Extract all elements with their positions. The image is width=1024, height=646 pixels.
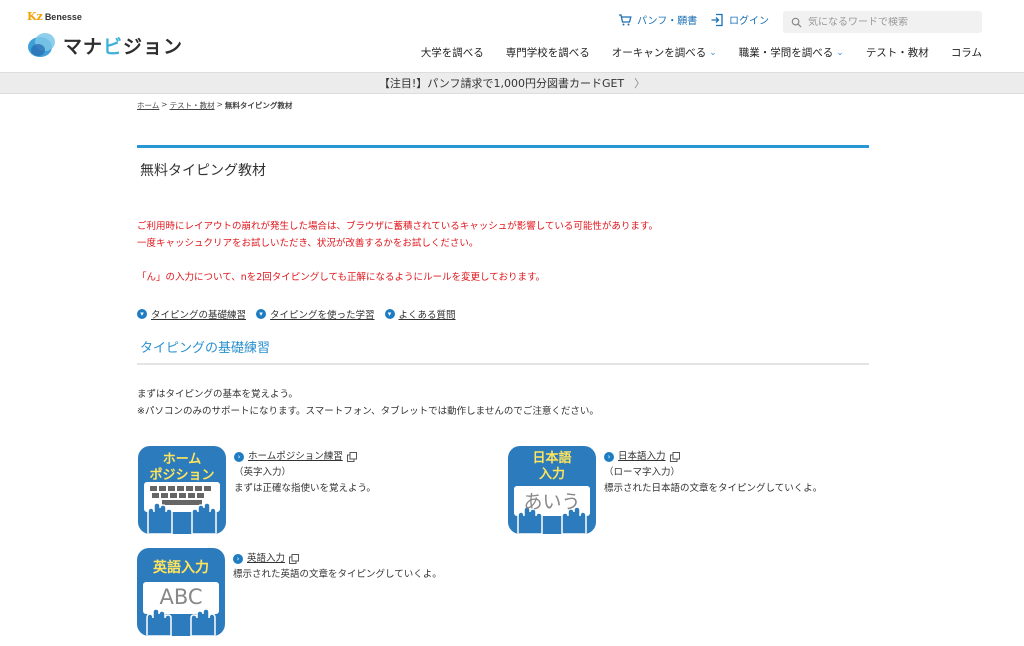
logo-blob-icon: [28, 33, 55, 57]
chevron-right-icon: ›: [604, 452, 614, 462]
chevron-down-icon: ▾: [137, 309, 147, 319]
anchor-links: ▾ タイピングの基礎練習 ▾ タイピングを使った学習 ▾ よくある質問: [137, 307, 456, 321]
section-rule: [137, 363, 869, 365]
external-window-icon: [346, 452, 357, 462]
chevron-right-icon: ›: [234, 452, 244, 462]
icon-text-line1: 日本語: [532, 451, 572, 466]
nav-jobs-studies[interactable]: 職業・学問を調べる ⌄: [739, 45, 844, 60]
cart-icon: [619, 13, 632, 25]
title-rule: [137, 145, 869, 148]
nav-university[interactable]: 大学を調べる: [421, 45, 484, 60]
cache-warning-2: 一度キャッシュクリアをお試しいただき、状況が改善するかをお試しください。: [137, 238, 479, 249]
home-position-sub: （英字入力）: [234, 467, 292, 478]
site-header: Kz Benesse マナビジョン パンフ・願書 ログイン 気になるワードで検索…: [0, 0, 1024, 72]
icon-text-line1: ホーム: [162, 452, 202, 467]
icon-sample-text: ABC: [159, 585, 203, 609]
page-title: 無料タイピング教材: [140, 163, 266, 179]
chevron-right-icon: 〉: [634, 77, 646, 90]
chevron-down-icon: ▾: [384, 309, 395, 319]
search-icon: [791, 17, 802, 28]
intro-text: まずはタイピングの基本を覚えよう。: [137, 389, 298, 400]
breadcrumb: ホーム > テスト・教材 > 無料タイピング教材: [137, 100, 293, 111]
japanese-input-icon[interactable]: 日本語 入力 あいう: [508, 446, 596, 534]
icon-text-line2: ポジション: [149, 468, 215, 483]
benesse-mark-icon: Kz: [27, 10, 43, 23]
campaign-banner[interactable]: 【注目!】パンフ請求で1,000円分図書カードGET 〉: [0, 72, 1024, 94]
search-box: [783, 11, 982, 33]
breadcrumb-current: 無料タイピング教材: [224, 101, 293, 110]
chevron-down-icon: ⌄: [709, 47, 717, 58]
anchor-faq[interactable]: ▾ よくある質問: [384, 307, 456, 321]
icon-text-line1: 英語入力: [153, 560, 209, 576]
anchor-basic-practice[interactable]: ▾ タイピングの基礎練習: [137, 307, 246, 321]
benesse-name: Benesse: [44, 11, 82, 22]
chevron-right-icon: ›: [233, 554, 243, 564]
chevron-down-icon: ▾: [256, 309, 267, 319]
search-input[interactable]: [808, 16, 973, 28]
breadcrumb-home[interactable]: ホーム: [137, 100, 159, 111]
global-nav: 大学を調べる 専門学校を調べる オーキャンを調べる ⌄ 職業・学問を調べる ⌄ …: [421, 45, 982, 60]
home-position-link[interactable]: › ホームポジション練習: [234, 449, 376, 465]
home-position-desc: まずは正確な指使いを覚えよう。: [234, 483, 376, 494]
pamphlet-label: パンフ・願書: [637, 16, 698, 27]
section-title: タイピングの基礎練習: [140, 341, 271, 356]
chevron-down-icon: ⌄: [836, 47, 844, 58]
support-note: ※パソコンのみのサポートになります。スマートフォン、タブレットでは動作しませんの…: [137, 406, 599, 417]
external-window-icon: [289, 554, 300, 564]
nav-vocational-school[interactable]: 専門学校を調べる: [506, 45, 590, 60]
input-rule-notice: 「ん」の入力について、nを2回タイピングしても正解になるようにルールを変更してお…: [137, 272, 546, 283]
login-icon: [711, 13, 723, 26]
logo-text-c: ジョン: [123, 35, 184, 58]
home-position-icon[interactable]: ホーム ポジション: [138, 446, 226, 534]
breadcrumb-tests[interactable]: テスト・教材: [170, 100, 215, 111]
japanese-input-sub: （ローマ字入力）: [604, 467, 681, 478]
japanese-input-link[interactable]: › 日本語入力: [604, 449, 822, 465]
card-japanese-input: 日本語 入力 あいう › 日本語入力 （ローマ字入力） 標示された日本語の文章を…: [508, 446, 822, 534]
card-english-input: 英語入力 ABC › 英語入力 標示された英語の文章をタイピングしていくよ。: [137, 548, 442, 636]
nav-tests-materials[interactable]: テスト・教材: [866, 45, 929, 60]
japanese-input-desc: 標示された日本語の文章をタイピングしていくよ。: [604, 483, 823, 494]
logo-text-b: ビ: [103, 35, 124, 58]
cache-warning-1: ご利用時にレイアウトの崩れが発生した場合は、ブラウザに蓄積されているキャッシュが…: [137, 221, 658, 232]
benesse-brand[interactable]: Kz Benesse: [27, 10, 82, 23]
nav-open-campus[interactable]: オーキャンを調べる ⌄: [612, 45, 717, 60]
logo-text-a: マナ: [63, 35, 104, 58]
login-label: ログイン: [729, 16, 769, 27]
campaign-text: 【注目!】パンフ請求で1,000円分図書カードGET: [378, 77, 625, 90]
external-window-icon: [669, 452, 680, 462]
login-link[interactable]: ログイン: [710, 12, 769, 27]
icon-text-line2: 入力: [538, 467, 565, 482]
card-home-position: ホーム ポジション › ホームポジション練習 （英字入力） まずは正確な指使いを…: [138, 446, 376, 534]
anchor-typing-learning[interactable]: ▾ タイピングを使った学習: [256, 307, 375, 321]
nav-column[interactable]: コラム: [951, 45, 982, 60]
pamphlet-link[interactable]: パンフ・願書: [618, 12, 697, 27]
english-input-icon[interactable]: 英語入力 ABC: [137, 548, 225, 636]
english-input-link[interactable]: › 英語入力: [233, 551, 442, 567]
icon-sample-text: あいう: [523, 491, 581, 513]
manabi-vision-logo[interactable]: マナビジョン: [27, 30, 183, 60]
english-input-desc: 標示された英語の文章をタイピングしていくよ。: [233, 569, 442, 580]
